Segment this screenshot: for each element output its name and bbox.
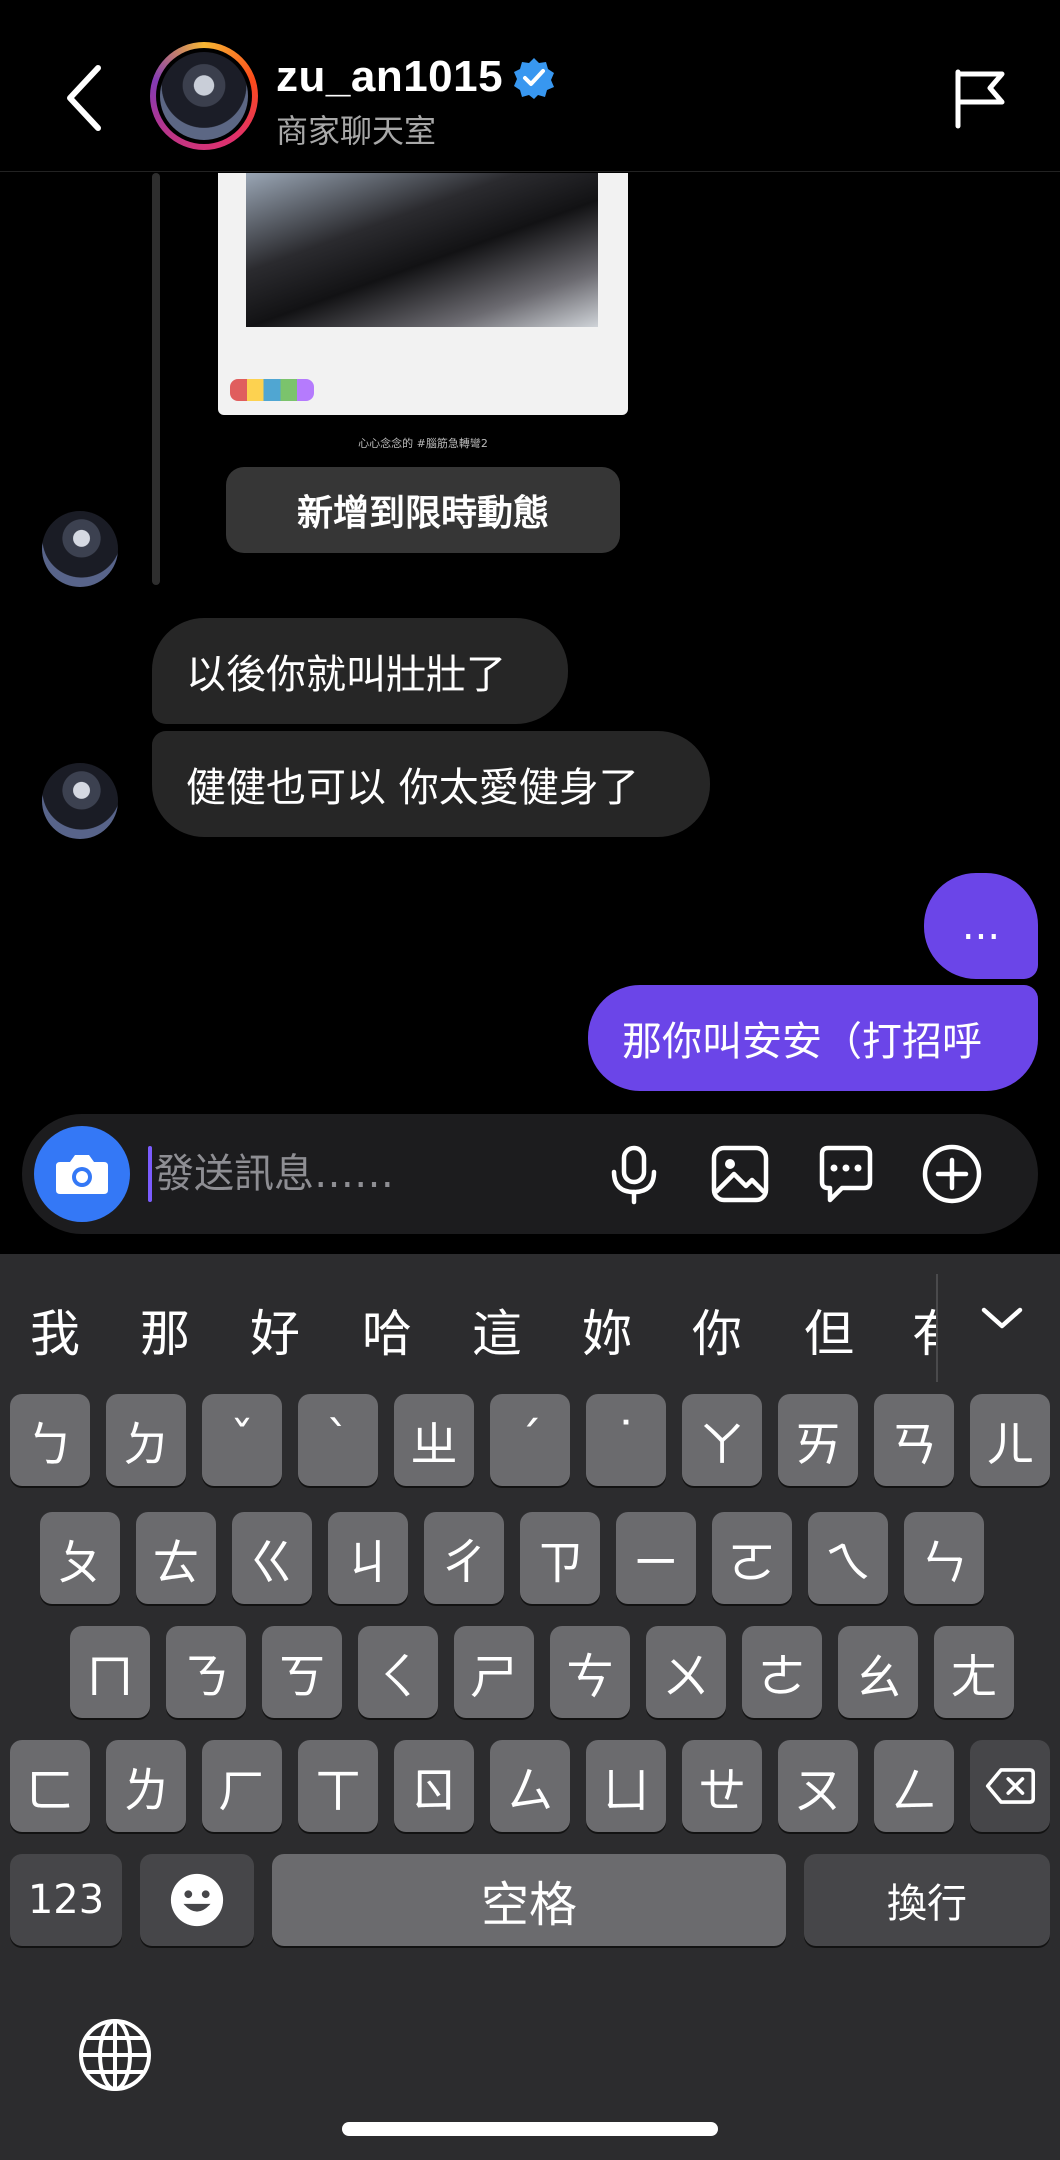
candidate-bar: 我 那 好 哈 這 妳 你 但 有 <box>0 1254 1060 1400</box>
home-indicator[interactable] <box>342 2122 718 2136</box>
avatar[interactable] <box>150 42 258 150</box>
key[interactable]: ㄛ <box>712 1512 792 1604</box>
key[interactable]: ˋ <box>298 1394 378 1486</box>
key[interactable]: ㄌ <box>106 1740 186 1832</box>
key[interactable]: ㄥ <box>874 1740 954 1832</box>
candidate-word[interactable]: 有 <box>912 1294 936 1366</box>
key[interactable]: ㄋ <box>166 1626 246 1718</box>
candidate-divider <box>936 1274 938 1382</box>
key[interactable]: ㄚ <box>682 1394 762 1486</box>
return-key[interactable]: 換行 <box>804 1854 1050 1946</box>
story-caption: 心心念念的 #腦筋急轉彎2 <box>358 437 488 450</box>
key[interactable]: ˇ <box>202 1394 282 1486</box>
key[interactable]: ㄟ <box>808 1512 888 1604</box>
key[interactable]: ㄞ <box>778 1394 858 1486</box>
key[interactable]: ㄧ <box>616 1512 696 1604</box>
key[interactable]: ㄕ <box>454 1626 534 1718</box>
candidate-word[interactable]: 你 <box>692 1294 742 1366</box>
key[interactable]: ㄦ <box>970 1394 1050 1486</box>
zhuyin-keyboard: 我 那 好 哈 這 妳 你 但 有 ㄅ ㄉ ˇ ˋ ㄓ ˊ ˙ ㄚ ㄞ ㄢ ㄦ … <box>0 1254 1060 2160</box>
candidate-word[interactable]: 這 <box>472 1294 522 1366</box>
key[interactable]: ㄝ <box>682 1740 762 1832</box>
chat-type-label: 商家聊天室 <box>276 112 437 150</box>
chevron-down-icon[interactable] <box>972 1288 1032 1348</box>
candidate-word[interactable]: 好 <box>250 1294 300 1366</box>
key[interactable]: ㄏ <box>202 1740 282 1832</box>
key[interactable]: ㄨ <box>646 1626 726 1718</box>
chat-header: zu_an1015 商家聊天室 <box>0 0 1060 172</box>
sender-avatar[interactable] <box>42 763 118 839</box>
key[interactable]: ㄎ <box>262 1626 342 1718</box>
key[interactable]: ㄔ <box>424 1512 504 1604</box>
space-key[interactable]: 空格 <box>272 1854 786 1946</box>
key[interactable]: ㄩ <box>586 1740 666 1832</box>
flag-icon[interactable] <box>952 66 1008 130</box>
key[interactable]: ㄐ <box>328 1512 408 1604</box>
candidate-word[interactable]: 但 <box>804 1294 854 1366</box>
key[interactable]: ㄊ <box>136 1512 216 1604</box>
story-reply-line <box>152 173 160 585</box>
candidate-word[interactable]: 妳 <box>582 1294 632 1366</box>
key[interactable]: ㄓ <box>394 1394 474 1486</box>
image-icon[interactable] <box>706 1140 774 1208</box>
key[interactable]: ˊ <box>490 1394 570 1486</box>
globe-icon[interactable] <box>74 2014 156 2096</box>
key[interactable]: ㄢ <box>874 1394 954 1486</box>
camera-button[interactable] <box>34 1126 130 1222</box>
key[interactable]: ㄆ <box>40 1512 120 1604</box>
key[interactable]: ㄈ <box>10 1740 90 1832</box>
key[interactable]: ㄖ <box>394 1740 474 1832</box>
sticker-image <box>230 379 314 401</box>
key[interactable]: ㄅ <box>10 1394 90 1486</box>
key[interactable]: ㄜ <box>742 1626 822 1718</box>
key[interactable]: ㄉ <box>106 1394 186 1486</box>
key[interactable]: ㄤ <box>934 1626 1014 1718</box>
delete-key[interactable] <box>970 1740 1050 1832</box>
plus-circle-icon[interactable] <box>918 1140 986 1208</box>
emoji-icon <box>170 1873 224 1927</box>
text-cursor <box>148 1146 152 1202</box>
incoming-message[interactable]: 健健也可以 你太愛健身了 <box>152 731 710 837</box>
emoji-key[interactable] <box>140 1854 254 1946</box>
key[interactable]: ㄡ <box>778 1740 858 1832</box>
key[interactable]: ㄠ <box>838 1626 918 1718</box>
message-thread[interactable]: 心心念念的 #腦筋急轉彎2 新增到限時動態 以後你就叫壯壯了 健健也可以 你太愛… <box>0 173 1060 1113</box>
sender-avatar[interactable] <box>42 511 118 587</box>
candidate-word[interactable]: 我 <box>30 1294 80 1366</box>
key[interactable]: ㄙ <box>490 1740 570 1832</box>
camera-icon <box>56 1155 108 1194</box>
key[interactable]: ㄣ <box>904 1512 984 1604</box>
outgoing-message[interactable]: 那你叫安安（打招呼 <box>588 985 1038 1091</box>
chevron-left-icon[interactable] <box>58 58 114 138</box>
add-to-story-button[interactable]: 新增到限時動態 <box>226 467 620 553</box>
backspace-icon <box>985 1768 1035 1804</box>
message-composer <box>22 1114 1038 1234</box>
key[interactable]: ˙ <box>586 1394 666 1486</box>
key[interactable]: ㄗ <box>520 1512 600 1604</box>
key[interactable]: ㄍ <box>232 1512 312 1604</box>
key[interactable]: ㄑ <box>358 1626 438 1718</box>
chat-bubble-icon[interactable] <box>812 1140 880 1208</box>
key[interactable]: ㄇ <box>70 1626 150 1718</box>
numbers-key[interactable]: 123 <box>10 1854 122 1946</box>
candidate-word[interactable]: 那 <box>140 1294 190 1366</box>
outgoing-message[interactable]: ... <box>924 873 1038 979</box>
incoming-message[interactable]: 以後你就叫壯壯了 <box>152 618 568 724</box>
message-input[interactable] <box>154 1136 474 1212</box>
verified-badge-icon <box>514 58 554 99</box>
microphone-icon[interactable] <box>600 1140 668 1208</box>
key[interactable]: ㄘ <box>550 1626 630 1718</box>
shared-story-photo[interactable] <box>218 173 628 415</box>
username[interactable]: zu_an1015 <box>276 52 503 102</box>
candidate-word[interactable]: 哈 <box>362 1294 412 1366</box>
key[interactable]: ㄒ <box>298 1740 378 1832</box>
